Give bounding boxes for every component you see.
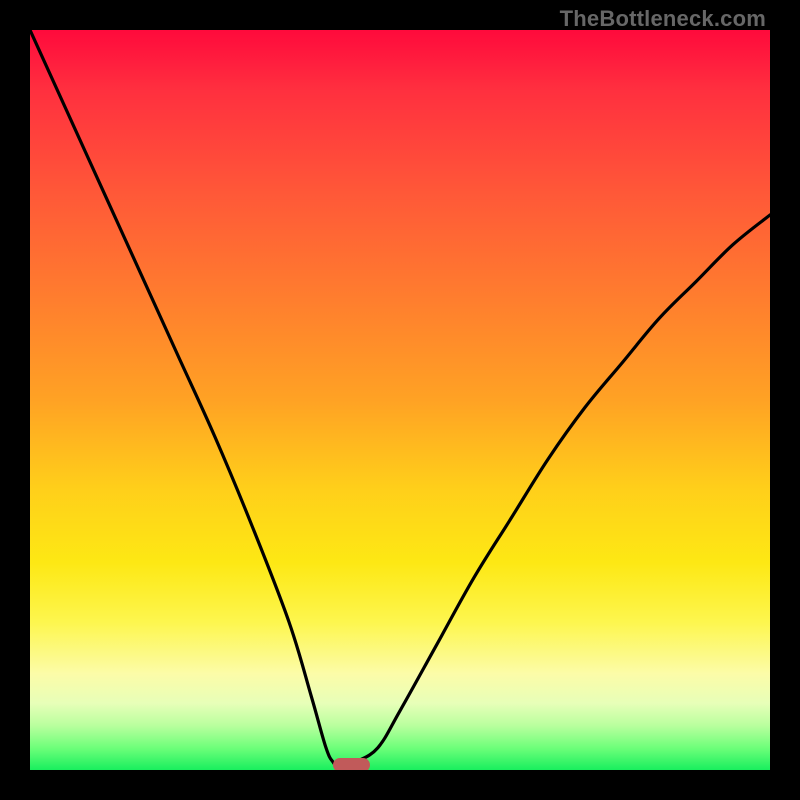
curve-layer	[30, 30, 770, 770]
minimum-marker	[333, 758, 370, 770]
plot-area	[30, 30, 770, 770]
chart-frame: TheBottleneck.com	[0, 0, 800, 800]
watermark-text: TheBottleneck.com	[560, 6, 766, 32]
bottleneck-curve	[30, 30, 770, 770]
